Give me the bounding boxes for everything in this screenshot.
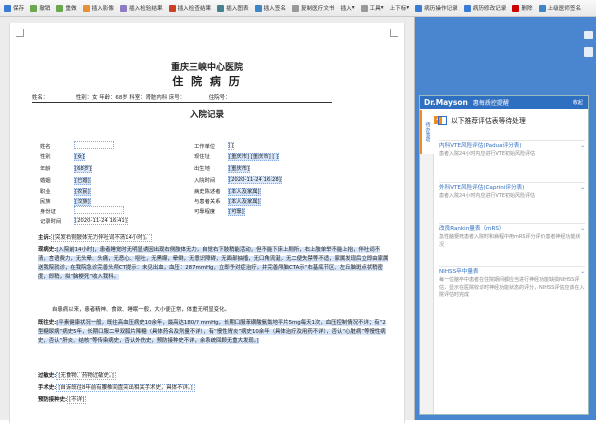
pen-icon [254,4,262,12]
insert-menu[interactable]: 插入 ▾ [341,4,355,12]
list-item[interactable]: 改良Rankin量表（mRS） ⌄ 急性脑梗死患者入院时和病程中用mRS评分评价患… [439,223,585,249]
table-row: 民族 [汉族] 与患者关系 [本人及家属] [40,197,261,206]
redo-icon [56,4,64,12]
document-area: 重庆三峡中心医院 住 院 病 历 姓名： 性别：女 年龄：68岁 科室：肾脏内科… [0,17,415,423]
present-illness-extra: 自患病以来，患者精神、食欲、睡眠一般，大小便正常，体重无明显变化。 [52,307,230,313]
list-item[interactable]: NIHSS卒中量表 ⌄ 每一位脑卒中患者在住院期间都应当进行神经功能缺损NIHSS… [439,266,585,300]
chevron-down-icon[interactable]: ⌄ [580,183,585,193]
ethnicity-field[interactable]: [汉族] [74,197,91,206]
undo-icon [30,4,38,12]
reliability-field[interactable]: [可靠] [228,208,245,217]
surgery-field[interactable]: [自诉既往8年前有腰椎间盘突出相关手术史，具体不详。] [56,384,195,392]
table-row: 职业 [农民] 病史陈述者 [本人及家属] [40,187,261,196]
admit-time-field[interactable]: [2020-11-24 16:28] [228,176,282,185]
chief-complaint-field[interactable]: [突发右侧肢体无力伴吐词不清14小时]。 [50,234,153,242]
copy-record-button[interactable]: 复制医疗文书 [291,4,335,12]
panel-subtitle: 惠每质控提醒 [472,100,509,107]
page-corner [390,29,398,37]
present-illness-field[interactable]: [入院前14小时]，患者睡觉时无明显诱因出现右侧肢体无力，自觉右下肢稍能活动，但… [38,247,389,281]
list-item[interactable]: 内科VTE风险评估(Padua评分表) ⌄ 患者入院24小时内应进行VTE初始风险… [439,140,585,159]
table-row: 婚姻 [已婚] 入院时间 [2020-11-24 16:28] [40,176,282,186]
copy-icon [291,4,299,12]
surgery-history: 手术史: [自诉既往8年前有腰椎间盘突出相关手术史，具体不详。] [38,384,195,392]
address-field[interactable]: [重庆市] [重庆市] [ ] [228,153,280,162]
superscript-menu[interactable]: 上下标 ▾ [390,4,410,12]
table-row: 记录时间 [2020-11-24 16:41] [40,217,128,226]
tools-icon [360,4,368,12]
image-icon [82,4,90,12]
delete-button[interactable]: 删除 [512,4,533,12]
user-icon [538,4,546,12]
chevron-down-icon[interactable]: ⌄ [580,224,585,234]
age-field[interactable]: [68岁] [74,165,93,174]
past-history: 既往史:[平素健康状况一般，既往高血压病史10余年，最高达180/? mmHg，… [38,320,386,345]
document-title: 住 院 病 历 [172,75,242,88]
log-icon [415,4,423,12]
hospital-name: 重庆三峡中心医院 [170,63,243,73]
chevron-down-icon[interactable]: ⌄ [580,141,585,151]
list-item[interactable]: 外科VTE风险评估(Caprini评分表) ⌄ 患者入院24小时内应进行VTE初始… [439,182,585,201]
save-icon [4,4,11,12]
record-title: 入院记录 [189,110,224,120]
allergy-history: 过敏史: [无食物、药物过敏史。] [38,372,116,380]
scroll-up-icon[interactable] [584,31,593,39]
basic-info-table: 姓名 工作单位[] 性别 [女] 现住址 [重庆市] [重庆市] [ ] 年龄 [68岁]… [38,141,378,226]
insert-image-button[interactable]: 插入影像 [82,4,114,12]
allergy-field[interactable]: [无食物、药物过敏史。] [56,372,116,380]
present-illness: 现病史:[入院前14小时]，患者睡觉时无明显诱因出现右侧肢体无力，自觉右下肢稍能… [38,247,389,281]
name-field[interactable] [74,141,114,150]
report-icon [168,4,176,12]
marital-field[interactable]: [已婚] [74,177,91,186]
scroll-thumb[interactable] [584,47,593,57]
gender-value: 女 [92,95,98,101]
brand-logo: Dr.Mayson [424,98,468,107]
panel-tabs: 待办事项 [420,110,434,414]
insert-signature-button[interactable]: 插入签名 [254,4,286,12]
age-value: 68岁 [115,95,128,101]
tab-todo[interactable]: 待办事项 [420,110,434,154]
vaccination-history: 预防接种史: [不详] [38,396,87,404]
birthplace-field[interactable]: [重庆市] [228,165,251,174]
flask-icon [120,4,127,12]
gender-field[interactable]: [女] [74,153,86,162]
table-row: 性别 [女] 现住址 [重庆市] [重庆市] [ ] [40,153,280,162]
dept-value: 肾脏内科 [145,95,168,101]
collapse-button[interactable]: 收起 [573,99,583,106]
table-row: 年龄 [68岁] 出生地 [重庆市] [40,165,251,174]
chart-icon [217,4,225,12]
toolbar: 保存 撤销 重做 插入影像 插入检验结果 插入检查结果 插入图表 插入签名 复制… [0,0,596,17]
document-page[interactable]: 重庆三峡中心医院 住 院 病 历 姓名： 性别：女 年龄：68岁 科室：肾脏内科… [9,23,405,423]
occupation-field[interactable]: [农民] [74,187,91,196]
historian-field[interactable]: [本人及家属] [228,187,261,196]
history-icon [463,4,471,12]
insert-chart-button[interactable]: 插入图表 [217,4,249,12]
modify-log-button[interactable]: 病历修改记录 [463,4,506,12]
save-button[interactable]: 保存 [4,4,24,12]
undo-button[interactable]: 撤销 [30,4,50,12]
chevron-down-icon[interactable]: ⌄ [580,267,585,277]
work-unit-field[interactable]: [] [228,142,235,151]
vaccination-field[interactable]: [不详] [67,396,87,404]
tools-menu[interactable]: 工具 ▾ [360,4,384,12]
delete-icon [512,4,520,12]
quality-reminder-panel: Dr.Mayson 惠每质控提醒 收起 待办事项 4 以下推荐评估表等待处理 内… [419,95,589,415]
insert-exam-button[interactable]: 插入检查结果 [168,4,211,12]
insert-lab-button[interactable]: 插入检验结果 [120,4,163,12]
senior-sign-button[interactable]: 上级医师签名 [538,4,581,12]
recommend-heading: 以下推荐评估表等待处理 [438,113,586,127]
relation-field[interactable]: [本人及家属] [228,197,261,206]
table-row: 身份证 可靠程度 [可靠] [38,206,378,217]
chief-complaint: 主诉: [突发右侧肢体无力伴吐词不清14小时]。 [38,234,153,242]
past-history-field[interactable]: [平素健康状况一般，既往高血压病史10余年，最高达180/? mmHg，长期口服… [38,320,386,345]
redo-button[interactable]: 重做 [56,4,77,12]
patient-header: 姓名： 性别：女 年龄：68岁 科室：肾脏内科 床号： 住院号： [32,93,332,103]
record-time-field[interactable]: [2020-11-24 16:41] [74,217,128,226]
page-corner [16,29,24,37]
operation-log-button[interactable]: 病历操作记录 [415,4,458,12]
id-card-field[interactable] [74,206,124,215]
table-row: 姓名 工作单位[] [40,141,235,151]
list-icon [438,115,447,125]
panel-header: Dr.Mayson 惠每质控提醒 收起 [420,96,588,109]
